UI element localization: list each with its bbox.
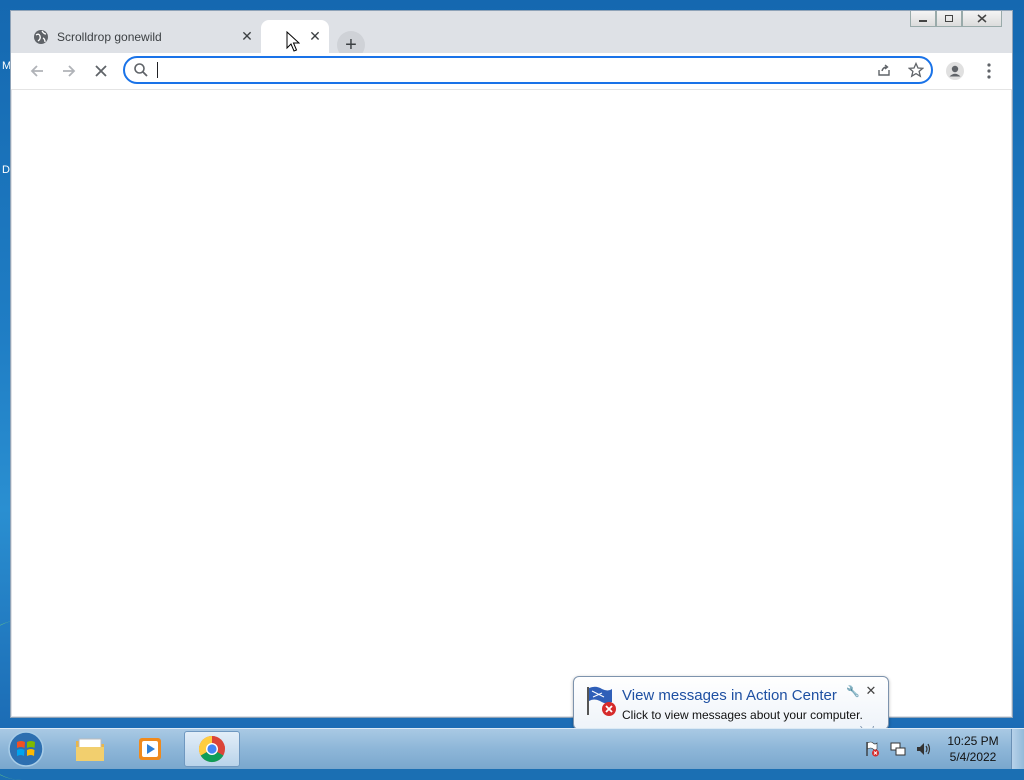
media-player-icon [139, 738, 161, 760]
taskbar-clock[interactable]: 10:25 PM 5/4/2022 [940, 733, 1006, 765]
tab-close-icon[interactable]: ✕ [307, 28, 323, 44]
desktop-icon-label-fragment[interactable]: D [2, 164, 10, 176]
menu-kebab-icon[interactable] [979, 61, 999, 81]
stop-x-icon [95, 65, 107, 77]
notification-close-icon[interactable]: ✕ [864, 683, 878, 698]
text-caret [157, 62, 158, 78]
address-bar[interactable] [123, 56, 933, 84]
forward-arrow-icon [63, 65, 76, 77]
tab-title: Scrolldrop gonewild [57, 29, 162, 44]
taskbar-media-player[interactable] [122, 731, 178, 767]
action-center-flag-icon [587, 686, 616, 716]
share-icon[interactable] [875, 61, 893, 79]
volume-icon[interactable] [914, 739, 934, 759]
notification-text: Click to view messages about your comput… [622, 708, 863, 722]
start-button[interactable] [6, 730, 46, 768]
clock-date: 5/4/2022 [949, 750, 997, 764]
mouse-cursor-icon [286, 31, 300, 52]
browser-window: Scrolldrop gonewild ✕ ✕ + [10, 10, 1013, 718]
taskbar-file-explorer[interactable] [62, 731, 118, 767]
tab-strip: Scrolldrop gonewild ✕ ✕ + [11, 19, 1012, 59]
back-arrow-icon [30, 65, 43, 77]
back-button[interactable] [25, 59, 49, 83]
taskbar-chrome[interactable] [184, 731, 240, 767]
notification-title[interactable]: View messages in Action Center [622, 687, 837, 704]
action-center-notification[interactable]: View messages in Action Center Click to … [573, 676, 889, 730]
tab-scrolldrop[interactable]: Scrolldrop gonewild ✕ [23, 20, 261, 53]
wrench-icon[interactable]: 🔧 [846, 685, 860, 699]
address-input[interactable] [161, 60, 865, 82]
network-icon[interactable] [888, 739, 908, 759]
search-icon [134, 63, 148, 77]
globe-icon [33, 29, 49, 45]
tab-close-icon[interactable]: ✕ [239, 28, 255, 44]
system-tray [862, 729, 940, 769]
page-content-area[interactable] [12, 90, 1011, 716]
clock-time: 10:25 PM [947, 734, 999, 748]
show-desktop-button[interactable] [1011, 729, 1024, 769]
forward-button[interactable] [57, 59, 81, 83]
taskbar: 10:25 PM 5/4/2022 [0, 728, 1024, 769]
action-center-tray-flag-icon[interactable] [862, 739, 882, 759]
stop-loading-button[interactable] [89, 59, 113, 83]
chrome-icon [198, 735, 225, 763]
windows-orb-icon [8, 731, 44, 767]
folder-icon [76, 738, 104, 761]
browser-toolbar [11, 53, 1012, 90]
profile-avatar-icon[interactable] [945, 61, 965, 81]
bookmark-star-icon[interactable] [907, 61, 925, 79]
